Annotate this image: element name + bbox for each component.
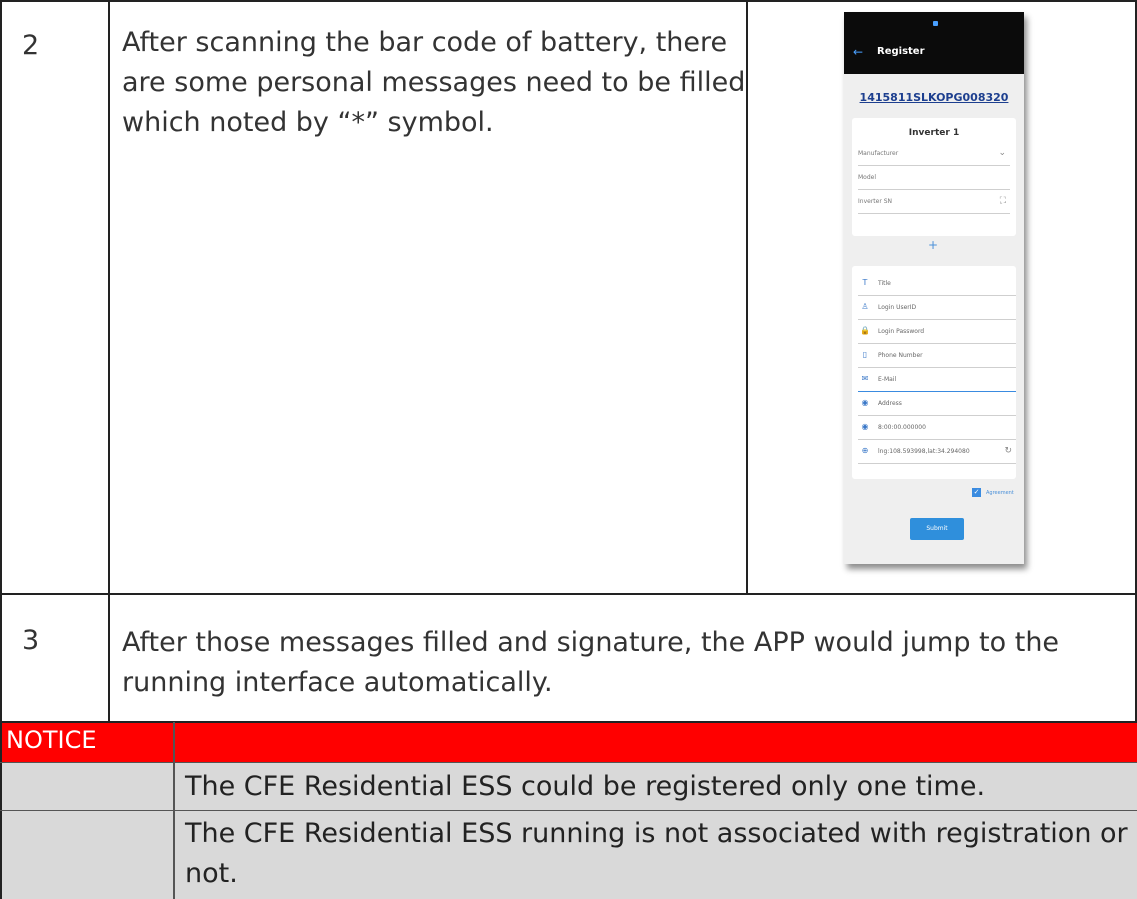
user-icon: ♙ xyxy=(861,302,869,311)
phone-icon: ▯ xyxy=(862,350,868,359)
step-text-line: After scanning the bar code of battery, … xyxy=(122,27,728,58)
notice-item: The CFE Residential ESS could be registe… xyxy=(185,767,985,807)
agreement-label: Agreement xyxy=(986,490,1014,496)
title-field: T Title xyxy=(858,273,1016,296)
step-number: 2 xyxy=(22,30,40,61)
location-icon: ◉ xyxy=(861,422,869,431)
table-border-left xyxy=(0,0,2,899)
field-label: Title xyxy=(878,280,891,287)
inverter-card: Inverter 1 Manufacturer ⌄ Model Inverter… xyxy=(852,118,1016,236)
notice-header-band xyxy=(0,722,1137,762)
refresh-icon: ↻ xyxy=(1004,446,1012,456)
submit-button: Submit xyxy=(910,518,964,540)
arrow-left-icon: ← xyxy=(853,45,864,59)
notice-row-divider xyxy=(0,810,1137,811)
instruction-table: NOTICE 2 After scanning the bar code of … xyxy=(0,0,1137,899)
field-label: Phone Number xyxy=(878,352,923,359)
step-text-line: running interface automatically. xyxy=(122,667,553,698)
step-number: 3 xyxy=(22,625,40,656)
phone-number-field: ▯ Phone Number xyxy=(858,345,1016,368)
chevron-down-icon: ⌄ xyxy=(998,148,1006,158)
battery-serial-number: 1415811SLKOPG008320 xyxy=(859,91,1009,104)
field-label: Login UserID xyxy=(878,304,917,311)
field-label: Address xyxy=(878,400,902,407)
email-field: ✉ E-Mail xyxy=(858,369,1016,392)
agreement-checkbox: ✓ xyxy=(972,488,981,497)
lock-icon: 🔒 xyxy=(860,326,870,335)
time-field: ◉ 8:00:00.000000 xyxy=(858,417,1016,440)
step-text: After scanning the bar code of battery, … xyxy=(122,23,745,143)
notice-item-line: not. xyxy=(185,858,238,889)
location-icon: ◉ xyxy=(861,398,869,407)
notice-top-border xyxy=(0,721,1137,723)
app-header: ← Register xyxy=(844,12,1024,74)
scan-icon: ⛶ xyxy=(999,196,1006,206)
app-register-screenshot: ← Register 1415811SLKOPG008320 Inverter … xyxy=(844,12,1024,564)
field-label: Inverter SN xyxy=(858,198,892,205)
address-field: ◉ Address xyxy=(858,393,1016,416)
notice-row-divider xyxy=(0,762,1137,763)
inverter-sn-field: Inverter SN ⛶ xyxy=(858,191,1010,214)
add-inverter-icon: + xyxy=(928,238,939,252)
inverter-card-title: Inverter 1 xyxy=(908,128,960,138)
field-label: lng:108.593998,lat:34.294080 xyxy=(878,448,970,455)
field-label: Manufacturer xyxy=(858,150,899,157)
mail-icon: ✉ xyxy=(861,374,869,383)
user-info-card: T Title ♙ Login UserID 🔒 Login Password … xyxy=(852,266,1016,479)
field-label: E-Mail xyxy=(878,376,897,383)
column-divider xyxy=(108,0,110,722)
step-text: After those messages filled and signatur… xyxy=(122,623,1059,703)
field-label: Login Password xyxy=(878,328,925,335)
app-title: Register xyxy=(877,46,925,57)
target-icon: ⊕ xyxy=(861,446,869,455)
field-label: 8:00:00.000000 xyxy=(878,424,926,431)
notice-item: The CFE Residential ESS running is not a… xyxy=(185,814,1128,894)
status-indicator xyxy=(933,21,938,26)
login-userid-field: ♙ Login UserID xyxy=(858,297,1016,320)
step-text-line: are some personal messages need to be fi… xyxy=(122,67,746,98)
notice-item-line: The CFE Residential ESS could be registe… xyxy=(185,771,986,802)
notice-label: NOTICE xyxy=(6,726,97,754)
field-label: Model xyxy=(858,174,877,181)
text-icon: T xyxy=(862,278,868,287)
model-field: Model xyxy=(858,167,1010,190)
step-text-line: After those messages filled and signatur… xyxy=(122,627,1060,658)
coordinates-field: ⊕ lng:108.593998,lat:34.294080 ↻ xyxy=(858,441,1016,464)
step-text-line: which noted by “*” symbol. xyxy=(122,107,494,138)
image-column-divider xyxy=(746,0,748,593)
notice-item-line: The CFE Residential ESS running is not a… xyxy=(185,818,1128,849)
row-divider xyxy=(0,593,1137,595)
table-border-top xyxy=(0,0,1137,2)
login-password-field: 🔒 Login Password xyxy=(858,321,1016,344)
manufacturer-field: Manufacturer ⌄ xyxy=(858,143,1010,166)
